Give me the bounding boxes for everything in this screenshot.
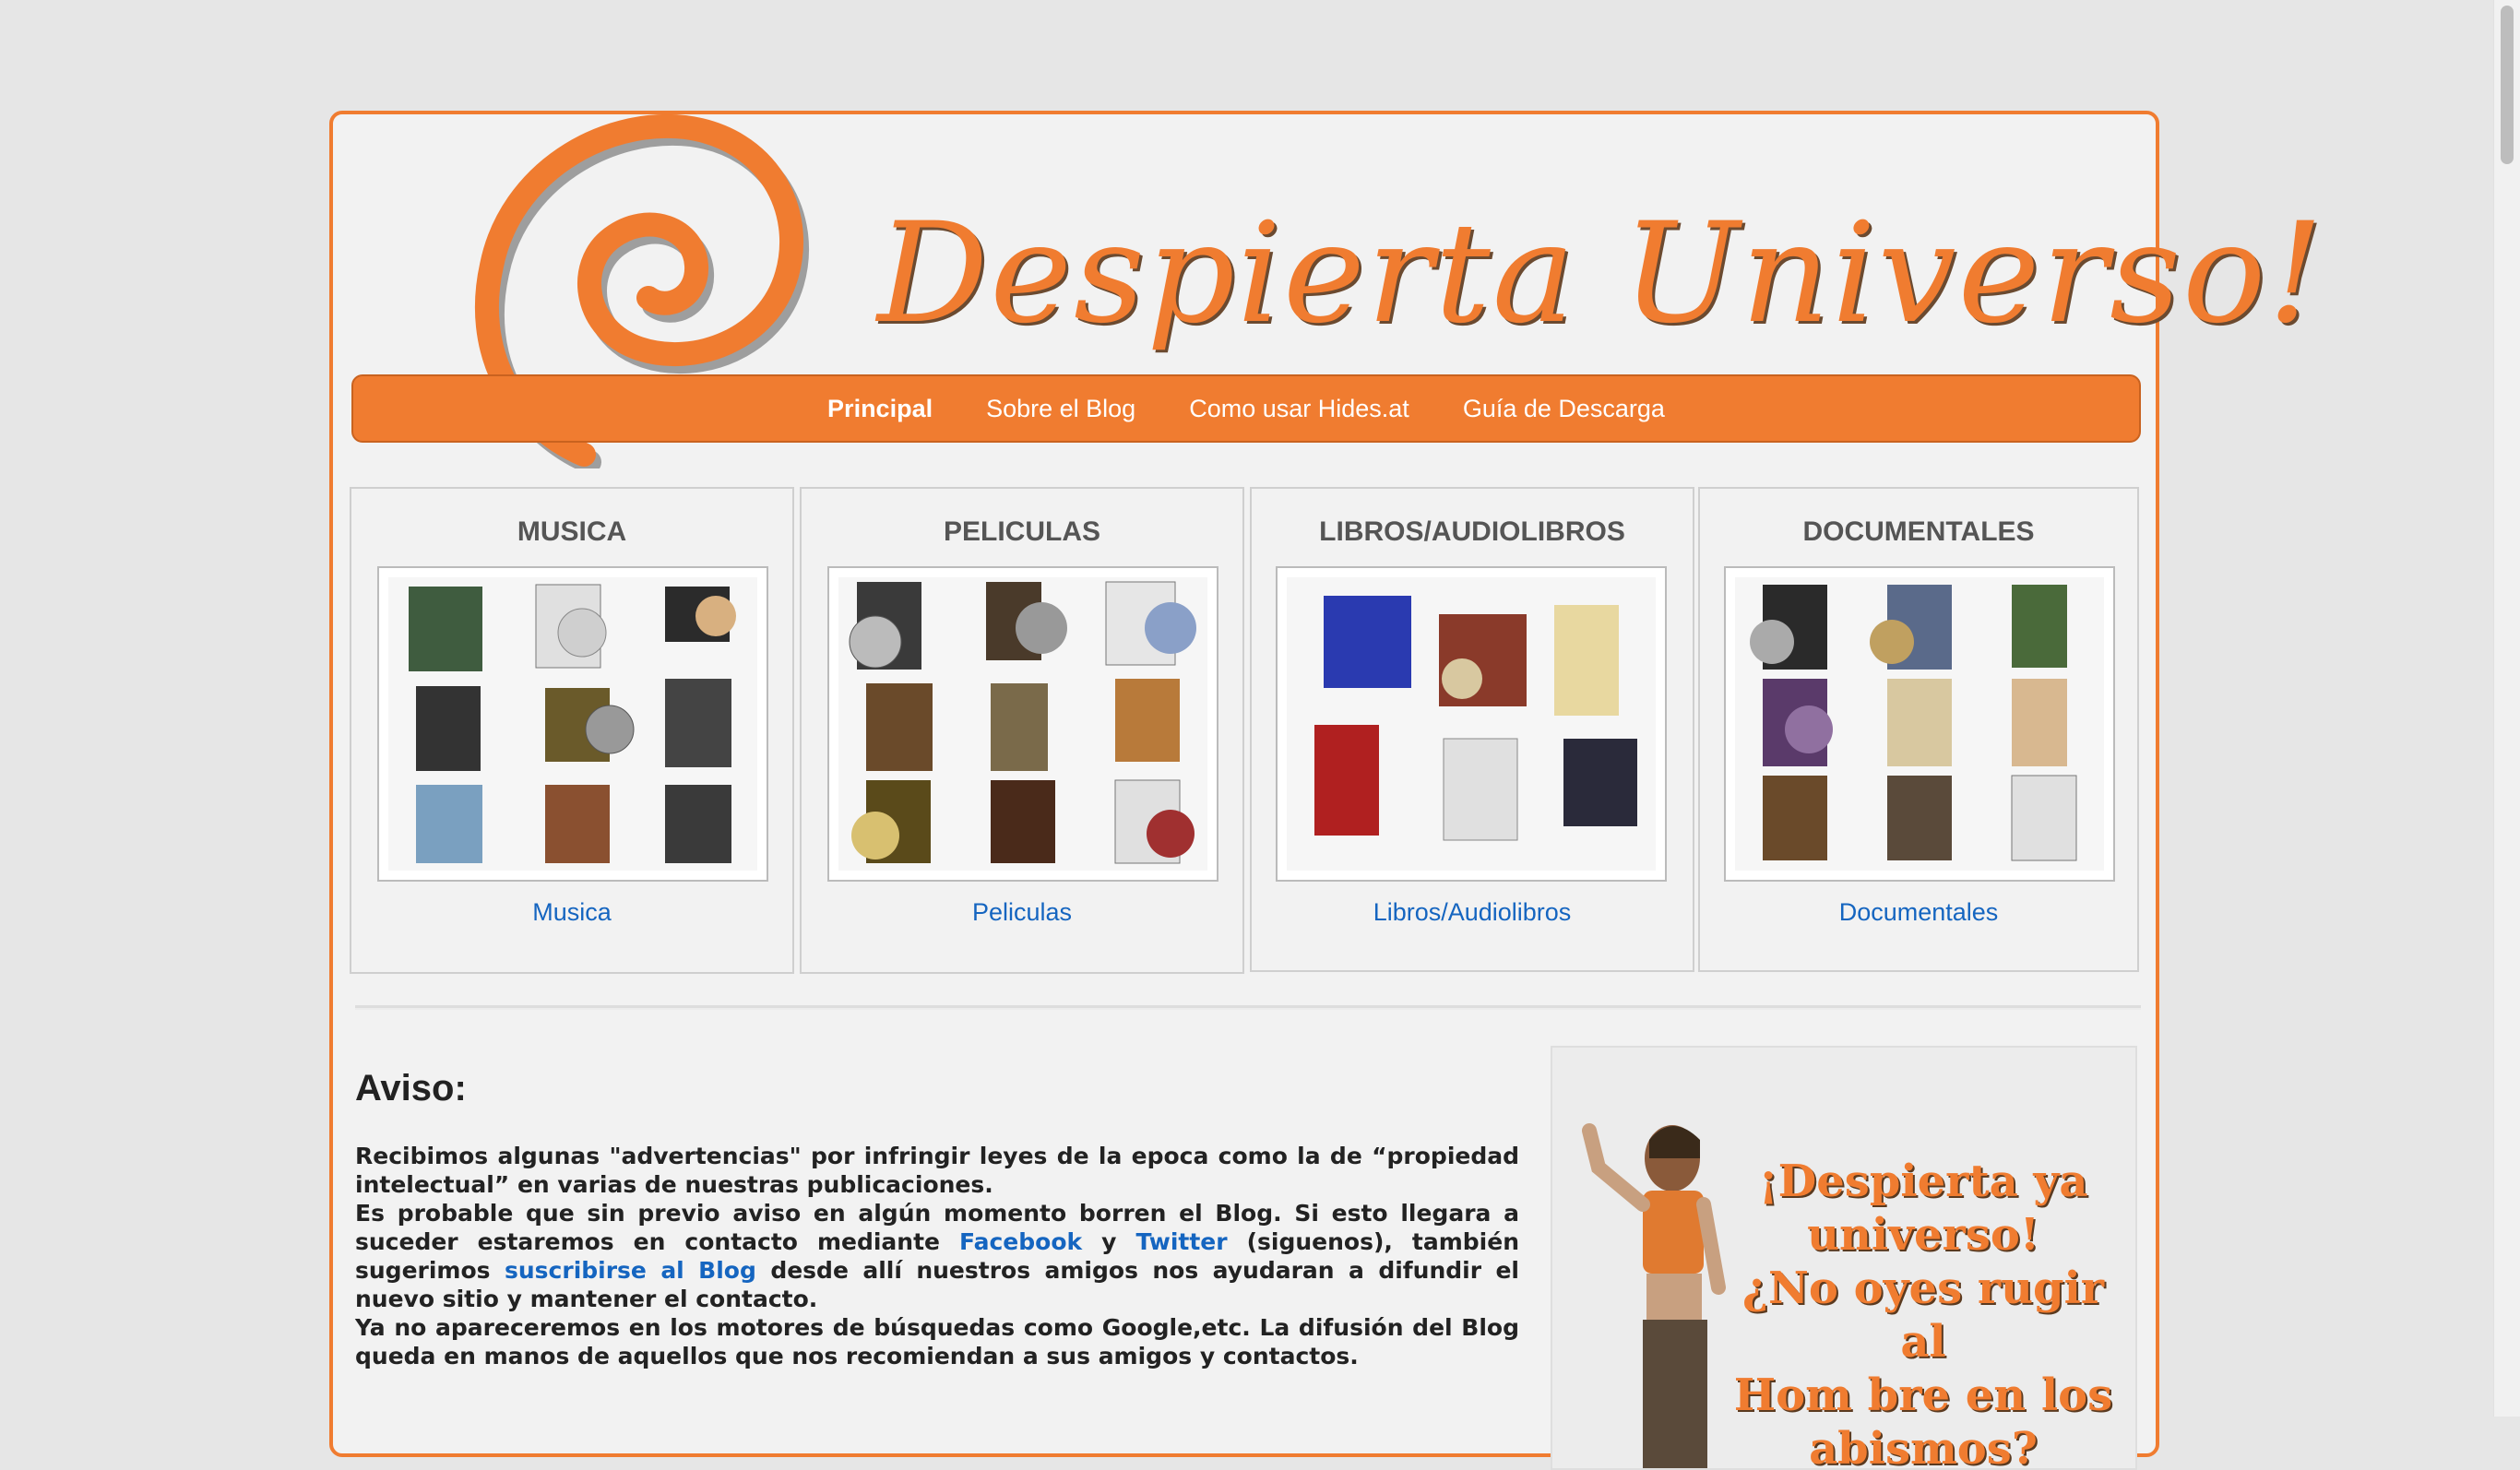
category-image-frame[interactable] xyxy=(377,566,768,882)
category-card-peliculas: PELICULAS Peliculas xyxy=(800,487,1244,974)
music-albums-image[interactable] xyxy=(388,577,757,871)
category-title: PELICULAS xyxy=(943,516,1100,547)
category-image-frame[interactable] xyxy=(1724,566,2115,882)
notice-paragraph-3: Ya no apareceremos en los motores de bús… xyxy=(355,1314,1519,1369)
nav-item-sobre-el-blog[interactable]: Sobre el Blog xyxy=(986,395,1135,423)
category-card-musica: MUSICA Musica xyxy=(350,487,794,974)
notice-paragraph-2: Es probable que sin previo aviso en algú… xyxy=(355,1199,1519,1313)
side-banner-line: Hom bre en los xyxy=(1733,1369,2113,1421)
section-divider xyxy=(355,1005,2141,1010)
movies-dvds-image[interactable] xyxy=(838,577,1207,871)
main-nav: Principal Sobre el Blog Como usar Hides.… xyxy=(351,374,2141,443)
page-container: Despierta Universo! Principal Sobre el B… xyxy=(329,111,2324,1470)
nav-item-como-usar-hides[interactable]: Como usar Hides.at xyxy=(1189,395,1409,423)
notice-paragraph-1: Recibimos algunas "advertencias" por inf… xyxy=(355,1143,1519,1198)
facebook-link[interactable]: Facebook xyxy=(959,1228,1082,1255)
subscribe-link[interactable]: suscribirse al Blog xyxy=(505,1257,756,1284)
category-link-musica[interactable]: Musica xyxy=(351,898,792,927)
documentaries-dvds-image[interactable] xyxy=(1735,577,2104,871)
character-illustration xyxy=(1582,1123,1726,1468)
books-image[interactable] xyxy=(1287,577,1656,871)
side-banner-text: ¡Despierta ya universo! ¿No oyes rugir a… xyxy=(1720,1155,2126,1470)
twitter-link[interactable]: Twitter xyxy=(1135,1228,1227,1255)
category-card-documentales: DOCUMENTALES Documentales xyxy=(1698,487,2139,972)
category-title: DOCUMENTALES xyxy=(1802,516,2035,547)
category-image-frame[interactable] xyxy=(1276,566,1667,882)
side-banner-line: ¿No oyes rugir al xyxy=(1741,1263,2105,1368)
category-image-frame[interactable] xyxy=(827,566,1218,882)
category-link-documentales[interactable]: Documentales xyxy=(1700,898,2137,927)
site-title[interactable]: Despierta Universo! xyxy=(877,194,2325,354)
nav-item-guia-de-descarga[interactable]: Guía de Descarga xyxy=(1463,395,1665,423)
side-banner-line: ¡Despierta ya xyxy=(1758,1156,2088,1207)
scrollbar-thumb[interactable] xyxy=(2501,6,2514,164)
notice-title: Aviso: xyxy=(355,1068,467,1108)
notice-text: y xyxy=(1101,1228,1117,1255)
side-banner-line: abismos? xyxy=(1809,1423,2038,1470)
category-title: LIBROS/AUDIOLIBROS xyxy=(1319,516,1625,547)
side-banner-line: universo! xyxy=(1807,1209,2039,1261)
vertical-scrollbar[interactable] xyxy=(2493,0,2520,1417)
category-link-peliculas[interactable]: Peliculas xyxy=(802,898,1242,927)
side-banner[interactable]: ¡Despierta ya universo! ¿No oyes rugir a… xyxy=(1551,1046,2137,1470)
category-title: MUSICA xyxy=(517,516,627,547)
nav-item-principal[interactable]: Principal xyxy=(827,395,933,423)
category-card-libros: LIBROS/AUDIOLIBROS Libros/Audiolibros xyxy=(1250,487,1694,972)
category-link-libros[interactable]: Libros/Audiolibros xyxy=(1252,898,1693,927)
